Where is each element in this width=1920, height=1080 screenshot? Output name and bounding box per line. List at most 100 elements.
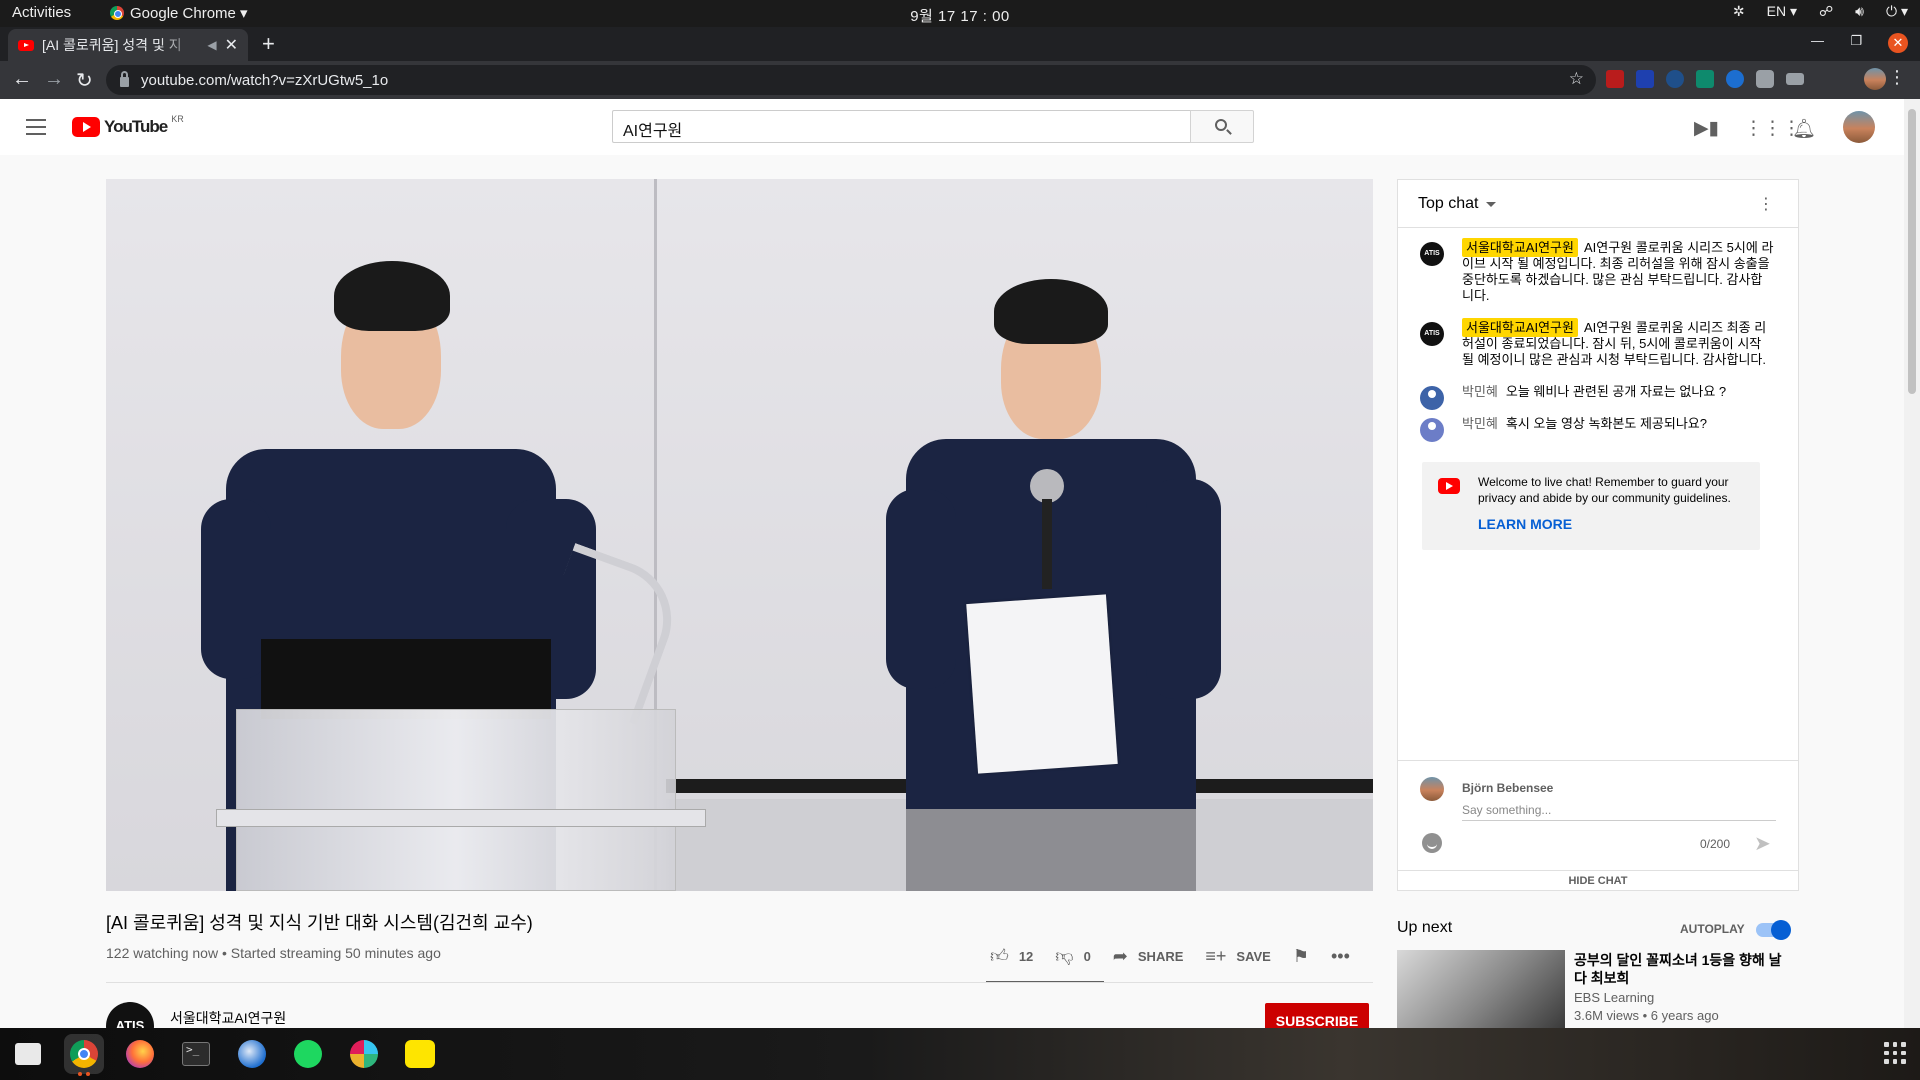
chat-input-area: Björn Bebensee Say something... 0/200 ➤	[1398, 760, 1798, 870]
audio-playing-icon[interactable]: ◀︎	[207, 38, 216, 52]
tab-close-icon[interactable]: ✕	[225, 35, 238, 55]
thumbs-up-icon: 👍︎	[990, 946, 1009, 966]
chat-avatar: ATIS	[1420, 322, 1444, 346]
chrome-menu-icon[interactable]: ⋮	[1888, 67, 1906, 88]
recommended-thumbnail[interactable]	[1397, 950, 1565, 1028]
chat-input[interactable]: Say something...	[1462, 799, 1776, 821]
channel-name[interactable]: 서울대학교AI연구원	[170, 1008, 286, 1028]
save-button[interactable]: ≡+ SAVE	[1205, 946, 1270, 967]
address-bar[interactable]: youtube.com/watch?v=zXrUGtw5_1o ☆	[106, 65, 1596, 95]
back-button[interactable]: ←	[12, 68, 32, 91]
watch-page: [AI 콜로퀴움] 성격 및 지식 기반 대화 시스템(김건희 교수) 122 …	[0, 155, 1904, 1028]
laptop	[261, 639, 551, 719]
autoplay-toggle[interactable]	[1756, 920, 1791, 940]
subscribe-button[interactable]: SUBSCRIBE	[1265, 1003, 1369, 1028]
create-video-icon[interactable]: ▶︎▮	[1694, 117, 1719, 140]
tab-youtube[interactable]: [AI 콜로퀴움] 성격 및 지 ◀︎ ✕	[8, 29, 248, 61]
shield-extension-icon[interactable]	[1726, 70, 1744, 88]
s-extension-icon[interactable]	[1696, 70, 1714, 88]
my-name: Björn Bebensee	[1462, 781, 1554, 795]
search-button[interactable]	[1190, 110, 1254, 143]
minimize-button[interactable]: —	[1811, 33, 1824, 48]
chat-message[interactable]: 박민혜 오늘 웨비나 관련된 공개 자료는 없나요 ?	[1398, 380, 1798, 410]
chat-more-icon[interactable]: ⋮	[1758, 194, 1774, 214]
bitwarden-extension-icon[interactable]	[1636, 70, 1654, 88]
video-info: 122 watching now • Started streaming 50 …	[106, 945, 441, 961]
terminal-app-icon[interactable]: >_	[176, 1034, 216, 1074]
chat-message[interactable]: ATIS 서울대학교AI연구원 AI연구원 콜로퀴움 시리즈 5시에 라이브 시작…	[1398, 236, 1798, 308]
profile-avatar[interactable]	[1864, 68, 1886, 90]
restore-button[interactable]: ❐	[1850, 33, 1862, 49]
search-input[interactable]: AI연구원	[612, 110, 1190, 143]
menu-icon[interactable]	[26, 119, 46, 135]
report-button[interactable]: ⚑	[1293, 946, 1309, 967]
clock[interactable]: 9월 17 17 : 00	[0, 5, 1920, 26]
youtube-play-icon	[72, 117, 100, 137]
owner-author-badge: 서울대학교AI연구원	[1462, 318, 1578, 337]
show-applications-icon[interactable]	[1884, 1042, 1906, 1064]
firefox-app-icon[interactable]	[120, 1034, 160, 1074]
emoji-icon[interactable]	[1422, 833, 1442, 853]
divider	[106, 982, 1373, 983]
chat-header: Top chat ⋮	[1398, 180, 1798, 228]
recommended-title[interactable]: 공부의 달인 꼴찌소녀 1등을 향해 날다 최보희	[1574, 951, 1784, 987]
browser-toolbar: ← → ↻ youtube.com/watch?v=zXrUGtw5_1o ☆ …	[0, 61, 1920, 99]
chevron-down-icon[interactable]	[1486, 202, 1497, 207]
chat-message[interactable]: 박민혜 혹시 오늘 영상 녹화본도 제공되나요?	[1398, 412, 1798, 442]
recommended-channel[interactable]: EBS Learning	[1574, 990, 1654, 1005]
send-icon[interactable]: ➤	[1754, 831, 1771, 856]
welcome-text: Welcome to live chat! Remember to guard …	[1478, 475, 1731, 505]
chrome-app-icon[interactable]	[64, 1034, 104, 1076]
youtube-favicon-icon	[18, 39, 34, 51]
chat-message[interactable]: ATIS 서울대학교AI연구원 AI연구원 콜로퀴움 시리즈 최종 리허설이 종료…	[1398, 316, 1798, 372]
paper-sheet	[966, 594, 1118, 774]
system-tray[interactable]: ✲ EN ▾ ☍ 🔊︎ ⏻ ▾	[1733, 3, 1908, 20]
channel-avatar[interactable]: ATIS	[106, 1002, 154, 1028]
chat-mode-label[interactable]: Top chat	[1418, 195, 1478, 213]
url-text[interactable]: youtube.com/watch?v=zXrUGtw5_1o	[141, 72, 388, 89]
tab-strip: [AI 콜로퀴움] 성격 및 지 ◀︎ ✕ + — ❐ ✕	[0, 27, 1920, 61]
power-icon[interactable]: ⏻ ▾	[1886, 3, 1908, 20]
reading-list-icon[interactable]	[1786, 73, 1804, 85]
save-label: SAVE	[1236, 948, 1271, 964]
page-scrollbar[interactable]	[1904, 99, 1920, 1028]
window-close-button[interactable]: ✕	[1888, 33, 1908, 53]
ublock-extension-icon[interactable]	[1606, 70, 1624, 88]
chat-author: 박민혜	[1462, 384, 1498, 399]
live-chat-panel: Top chat ⋮ ATIS 서울대학교AI연구원 AI연구원 콜로퀴움 시리즈…	[1397, 179, 1799, 891]
hide-chat-button[interactable]: HIDE CHAT	[1398, 870, 1798, 890]
extensions-puzzle-icon[interactable]	[1756, 70, 1774, 88]
dislike-button[interactable]: 👎︎ 0	[1055, 945, 1091, 967]
dislike-count: 0	[1083, 948, 1091, 964]
video-player[interactable]	[106, 179, 1373, 891]
like-button[interactable]: 👍︎ 12	[990, 945, 1033, 967]
youtube-masthead: YouTube KR AI연구원 ▶︎▮ ⋮⋮⋮ 🔔︎	[0, 99, 1904, 155]
share-button[interactable]: ➦ SHARE	[1113, 946, 1184, 967]
files-app-icon[interactable]	[8, 1034, 48, 1074]
account-avatar[interactable]	[1843, 111, 1875, 143]
notifications-bell-icon[interactable]: 🔔︎	[1792, 117, 1816, 141]
recommended-meta: 3.6M views • 6 years ago	[1574, 1008, 1719, 1023]
network-icon[interactable]: ☍	[1819, 3, 1833, 20]
slack-app-icon[interactable]	[344, 1034, 384, 1074]
spotify-app-icon[interactable]	[288, 1034, 328, 1074]
share-icon: ➦	[1112, 945, 1128, 966]
chat-messages: ATIS 서울대학교AI연구원 AI연구원 콜로퀴움 시리즈 5시에 라이브 시작…	[1398, 228, 1798, 442]
language-indicator[interactable]: EN ▾	[1767, 3, 1797, 20]
video-actions: 👍︎ 12 👎︎ 0 ➦ SHARE ≡+ SAVE ⚑ •••	[990, 941, 1350, 971]
pointer-extension-icon[interactable]	[1666, 70, 1684, 88]
youtube-icon	[1438, 478, 1460, 494]
lock-icon[interactable]	[120, 71, 129, 87]
thunderbird-app-icon[interactable]	[232, 1034, 272, 1074]
scrollbar-thumb[interactable]	[1908, 109, 1916, 394]
settings-icon[interactable]: ✲	[1733, 3, 1745, 20]
youtube-logo[interactable]: YouTube KR	[72, 114, 184, 137]
bookmark-star-icon[interactable]: ☆	[1569, 69, 1584, 89]
learn-more-link[interactable]: LEARN MORE	[1478, 516, 1744, 532]
new-tab-button[interactable]: +	[262, 31, 275, 57]
more-actions-button[interactable]: •••	[1331, 946, 1350, 967]
reload-button[interactable]: ↻	[76, 68, 93, 93]
kakaotalk-app-icon[interactable]	[400, 1034, 440, 1074]
forward-button[interactable]: →	[44, 68, 64, 91]
volume-icon[interactable]: 🔊︎	[1855, 3, 1864, 20]
